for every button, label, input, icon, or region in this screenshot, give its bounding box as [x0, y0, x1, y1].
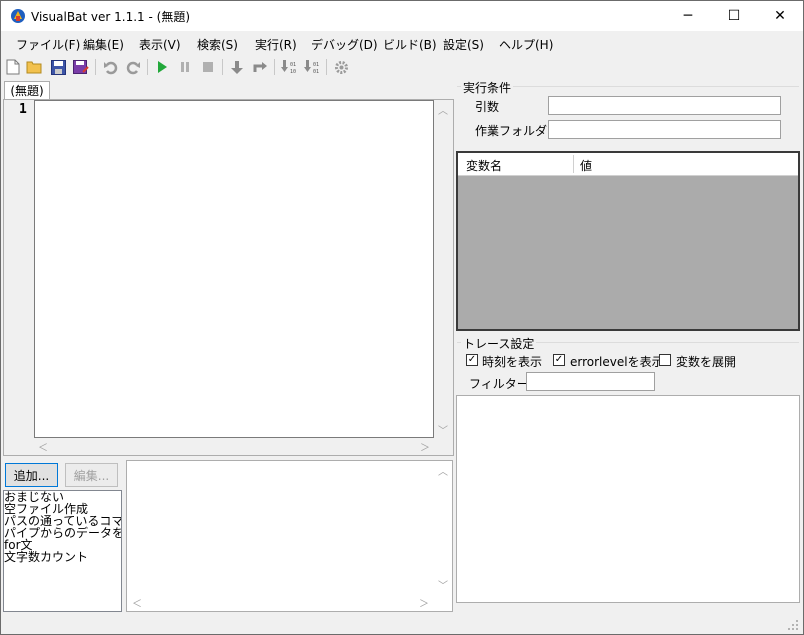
scroll-left-icon[interactable]: ＜	[132, 595, 142, 610]
toolbar-separator	[222, 59, 223, 75]
editor-horizontal-scrollbar[interactable]: ＜ ＞	[34, 438, 434, 455]
toolbar-separator	[95, 59, 96, 75]
menu-file[interactable]: ファイル(F)	[16, 36, 80, 53]
code-editor[interactable]	[34, 100, 434, 438]
editor-vertical-scrollbar[interactable]: ︿ ﹀	[434, 100, 452, 438]
menu-edit[interactable]: 編集(E)	[83, 36, 124, 53]
new-file-icon[interactable]	[5, 59, 21, 75]
workdir-input[interactable]	[548, 120, 781, 139]
show-errorlevel-label[interactable]: errorlevelを表示	[570, 353, 664, 370]
app-window: VisualBat ver 1.1.1 - (無題) ─ ☐ ✕ ファイル(F)…	[0, 0, 804, 635]
menu-run[interactable]: 実行(R)	[255, 36, 297, 53]
scroll-down-icon[interactable]: ﹀	[438, 422, 448, 437]
minimize-button[interactable]: ─	[665, 1, 711, 31]
minimize-icon: ─	[683, 8, 693, 24]
filter-input[interactable]	[526, 372, 655, 391]
trace-output[interactable]	[456, 395, 800, 603]
menu-debug[interactable]: デバッグ(D)	[311, 36, 378, 53]
scroll-left-icon[interactable]: ＜	[38, 439, 48, 454]
resize-grip-icon[interactable]	[787, 619, 799, 634]
open-folder-icon[interactable]	[26, 59, 42, 75]
window-title: VisualBat ver 1.1.1 - (無題)	[31, 10, 191, 24]
svg-text:01: 01	[313, 62, 319, 68]
run-conditions-title: 実行条件	[461, 79, 514, 96]
expand-vars-label[interactable]: 変数を展開	[676, 353, 736, 370]
close-icon: ✕	[774, 8, 786, 24]
app-logo-icon	[10, 8, 26, 24]
pause-icon[interactable]	[177, 59, 193, 75]
scroll-up-icon[interactable]: ︿	[438, 102, 448, 117]
menu-settings[interactable]: 設定(S)	[443, 36, 484, 53]
toolbar-separator	[274, 59, 275, 75]
save-as-icon[interactable]	[73, 59, 89, 75]
svg-text:01: 01	[290, 62, 296, 68]
toolbar-separator	[326, 59, 327, 75]
step-binary-icon[interactable]: 01 10	[281, 59, 297, 75]
tab-untitled[interactable]: (無題)	[4, 81, 50, 99]
undo-icon[interactable]	[102, 59, 118, 75]
show-time-label[interactable]: 時刻を表示	[482, 353, 542, 370]
menu-view[interactable]: 表示(V)	[139, 36, 181, 53]
scroll-up-icon[interactable]: ︿	[438, 463, 448, 478]
expand-vars-checkbox[interactable]	[659, 354, 671, 366]
menu-help[interactable]: ヘルプ(H)	[499, 36, 553, 53]
add-snippet-button[interactable]: 追加...	[5, 463, 58, 487]
status-bar	[1, 613, 803, 634]
snippet-list[interactable]: おまじない 空ファイル作成 パスの通っているコマ パイプからのデータを for文…	[3, 490, 122, 612]
variables-header: 変数名 値	[458, 153, 798, 176]
step-over-icon[interactable]	[252, 59, 268, 75]
variables-grid[interactable]: 変数名 値	[456, 151, 800, 331]
scroll-down-icon[interactable]: ﹀	[438, 577, 448, 592]
toolbar	[1, 55, 803, 79]
args-input[interactable]	[548, 96, 781, 115]
maximize-button[interactable]: ☐	[711, 1, 757, 31]
scroll-right-icon[interactable]: ＞	[419, 595, 429, 610]
title-bar[interactable]: VisualBat ver 1.1.1 - (無題) ─ ☐ ✕	[1, 1, 803, 31]
settings-icon[interactable]	[333, 59, 349, 75]
list-item[interactable]: 文字数カウント	[4, 551, 121, 563]
edit-snippet-button[interactable]: 編集...	[65, 463, 118, 487]
column-divider	[573, 155, 574, 173]
edit-snippet-label: 編集...	[73, 468, 110, 483]
maximize-icon: ☐	[727, 8, 741, 24]
add-snippet-label: 追加...	[13, 468, 50, 483]
close-button[interactable]: ✕	[757, 1, 803, 31]
filter-label: フィルター:	[469, 377, 533, 391]
column-header-name[interactable]: 変数名	[466, 157, 502, 174]
preview-vertical-scrollbar[interactable]: ︿ ﹀	[435, 461, 452, 594]
scroll-right-icon[interactable]: ＞	[420, 439, 430, 454]
checkmark-icon: ✓	[467, 354, 477, 365]
show-errorlevel-checkbox[interactable]: ✓	[553, 354, 565, 366]
checkmark-icon: ✓	[554, 354, 564, 365]
redo-icon[interactable]	[125, 59, 141, 75]
stop-icon[interactable]	[200, 59, 216, 75]
step-binary-out-icon[interactable]: 01 01	[304, 59, 320, 75]
tab-label: (無題)	[10, 84, 44, 98]
preview-horizontal-scrollbar[interactable]: ＜ ＞	[127, 594, 435, 611]
show-time-checkbox[interactable]: ✓	[466, 354, 478, 366]
args-label: 引数	[475, 100, 500, 114]
line-number: 1	[19, 102, 27, 117]
menu-search[interactable]: 検索(S)	[197, 36, 238, 53]
menu-build[interactable]: ビルド(B)	[383, 36, 437, 53]
save-icon[interactable]	[50, 59, 66, 75]
step-into-icon[interactable]	[229, 59, 245, 75]
svg-text:10: 10	[290, 69, 296, 75]
toolbar-separator	[147, 59, 148, 75]
run-icon[interactable]	[154, 59, 170, 75]
svg-text:01: 01	[313, 69, 319, 75]
snippet-preview[interactable]: ︿ ﹀ ＜ ＞	[126, 460, 453, 612]
column-header-value[interactable]: 値	[580, 157, 592, 174]
trace-settings-title: トレース設定	[461, 335, 537, 352]
workdir-label: 作業フォルダ	[475, 124, 548, 138]
